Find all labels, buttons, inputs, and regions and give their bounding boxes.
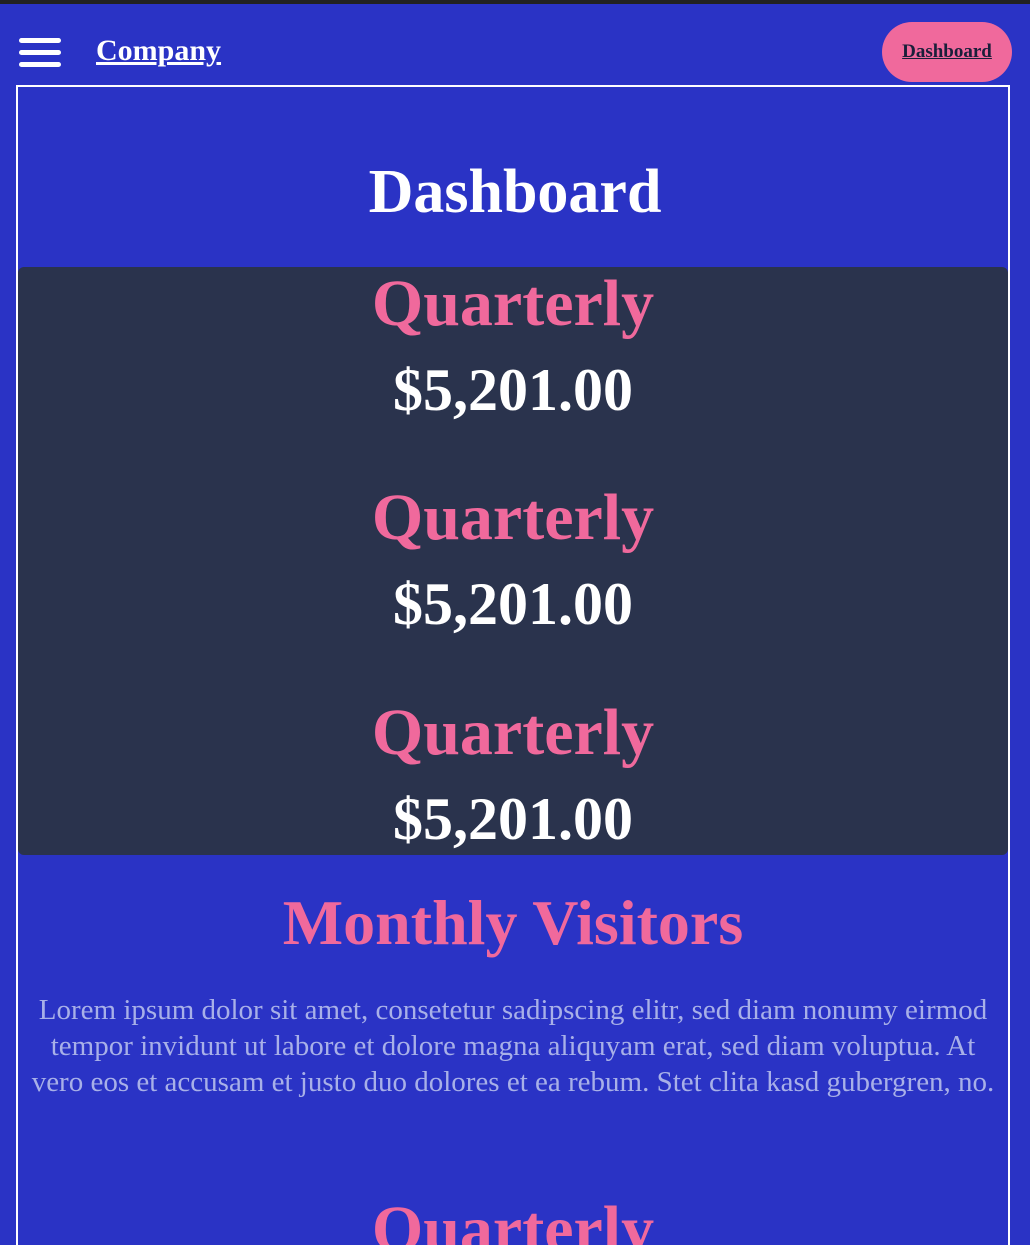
- hamburger-bar: [19, 50, 61, 55]
- stat-card: Quarterly $5,201.00: [18, 269, 1008, 425]
- stats-panel: Quarterly $5,201.00 Quarterly $5,201.00 …: [18, 267, 1008, 855]
- hamburger-bar: [19, 62, 61, 67]
- stat-card: Quarterly $5,201.00: [18, 483, 1008, 639]
- dashboard-button[interactable]: Dashboard: [882, 22, 1012, 82]
- page-title: Dashboard: [368, 158, 662, 226]
- navbar: Company Dashboard: [0, 4, 1030, 84]
- hamburger-menu-icon[interactable]: [19, 38, 61, 68]
- stat-label: Quarterly: [371, 696, 655, 769]
- stat-value: $5,201.00: [393, 357, 633, 423]
- stat-value: $5,201.00: [393, 571, 633, 637]
- monthly-visitors-title: Monthly Visitors: [282, 887, 744, 958]
- stat-label: Quarterly: [371, 267, 655, 340]
- monthly-visitors-text: Lorem ipsum dolor sit amet, consetetur s…: [31, 994, 995, 1098]
- hamburger-bar: [19, 38, 61, 43]
- main-content: Dashboard Quarterly $5,201.00 Quarterly …: [16, 85, 1010, 1245]
- stat-label: Quarterly: [371, 481, 655, 554]
- brand-link[interactable]: Company: [96, 34, 221, 68]
- next-stat-label: Quarterly: [371, 1193, 655, 1245]
- stat-value: $5,201.00: [393, 786, 633, 852]
- stat-card: Quarterly $5,201.00: [18, 698, 1008, 854]
